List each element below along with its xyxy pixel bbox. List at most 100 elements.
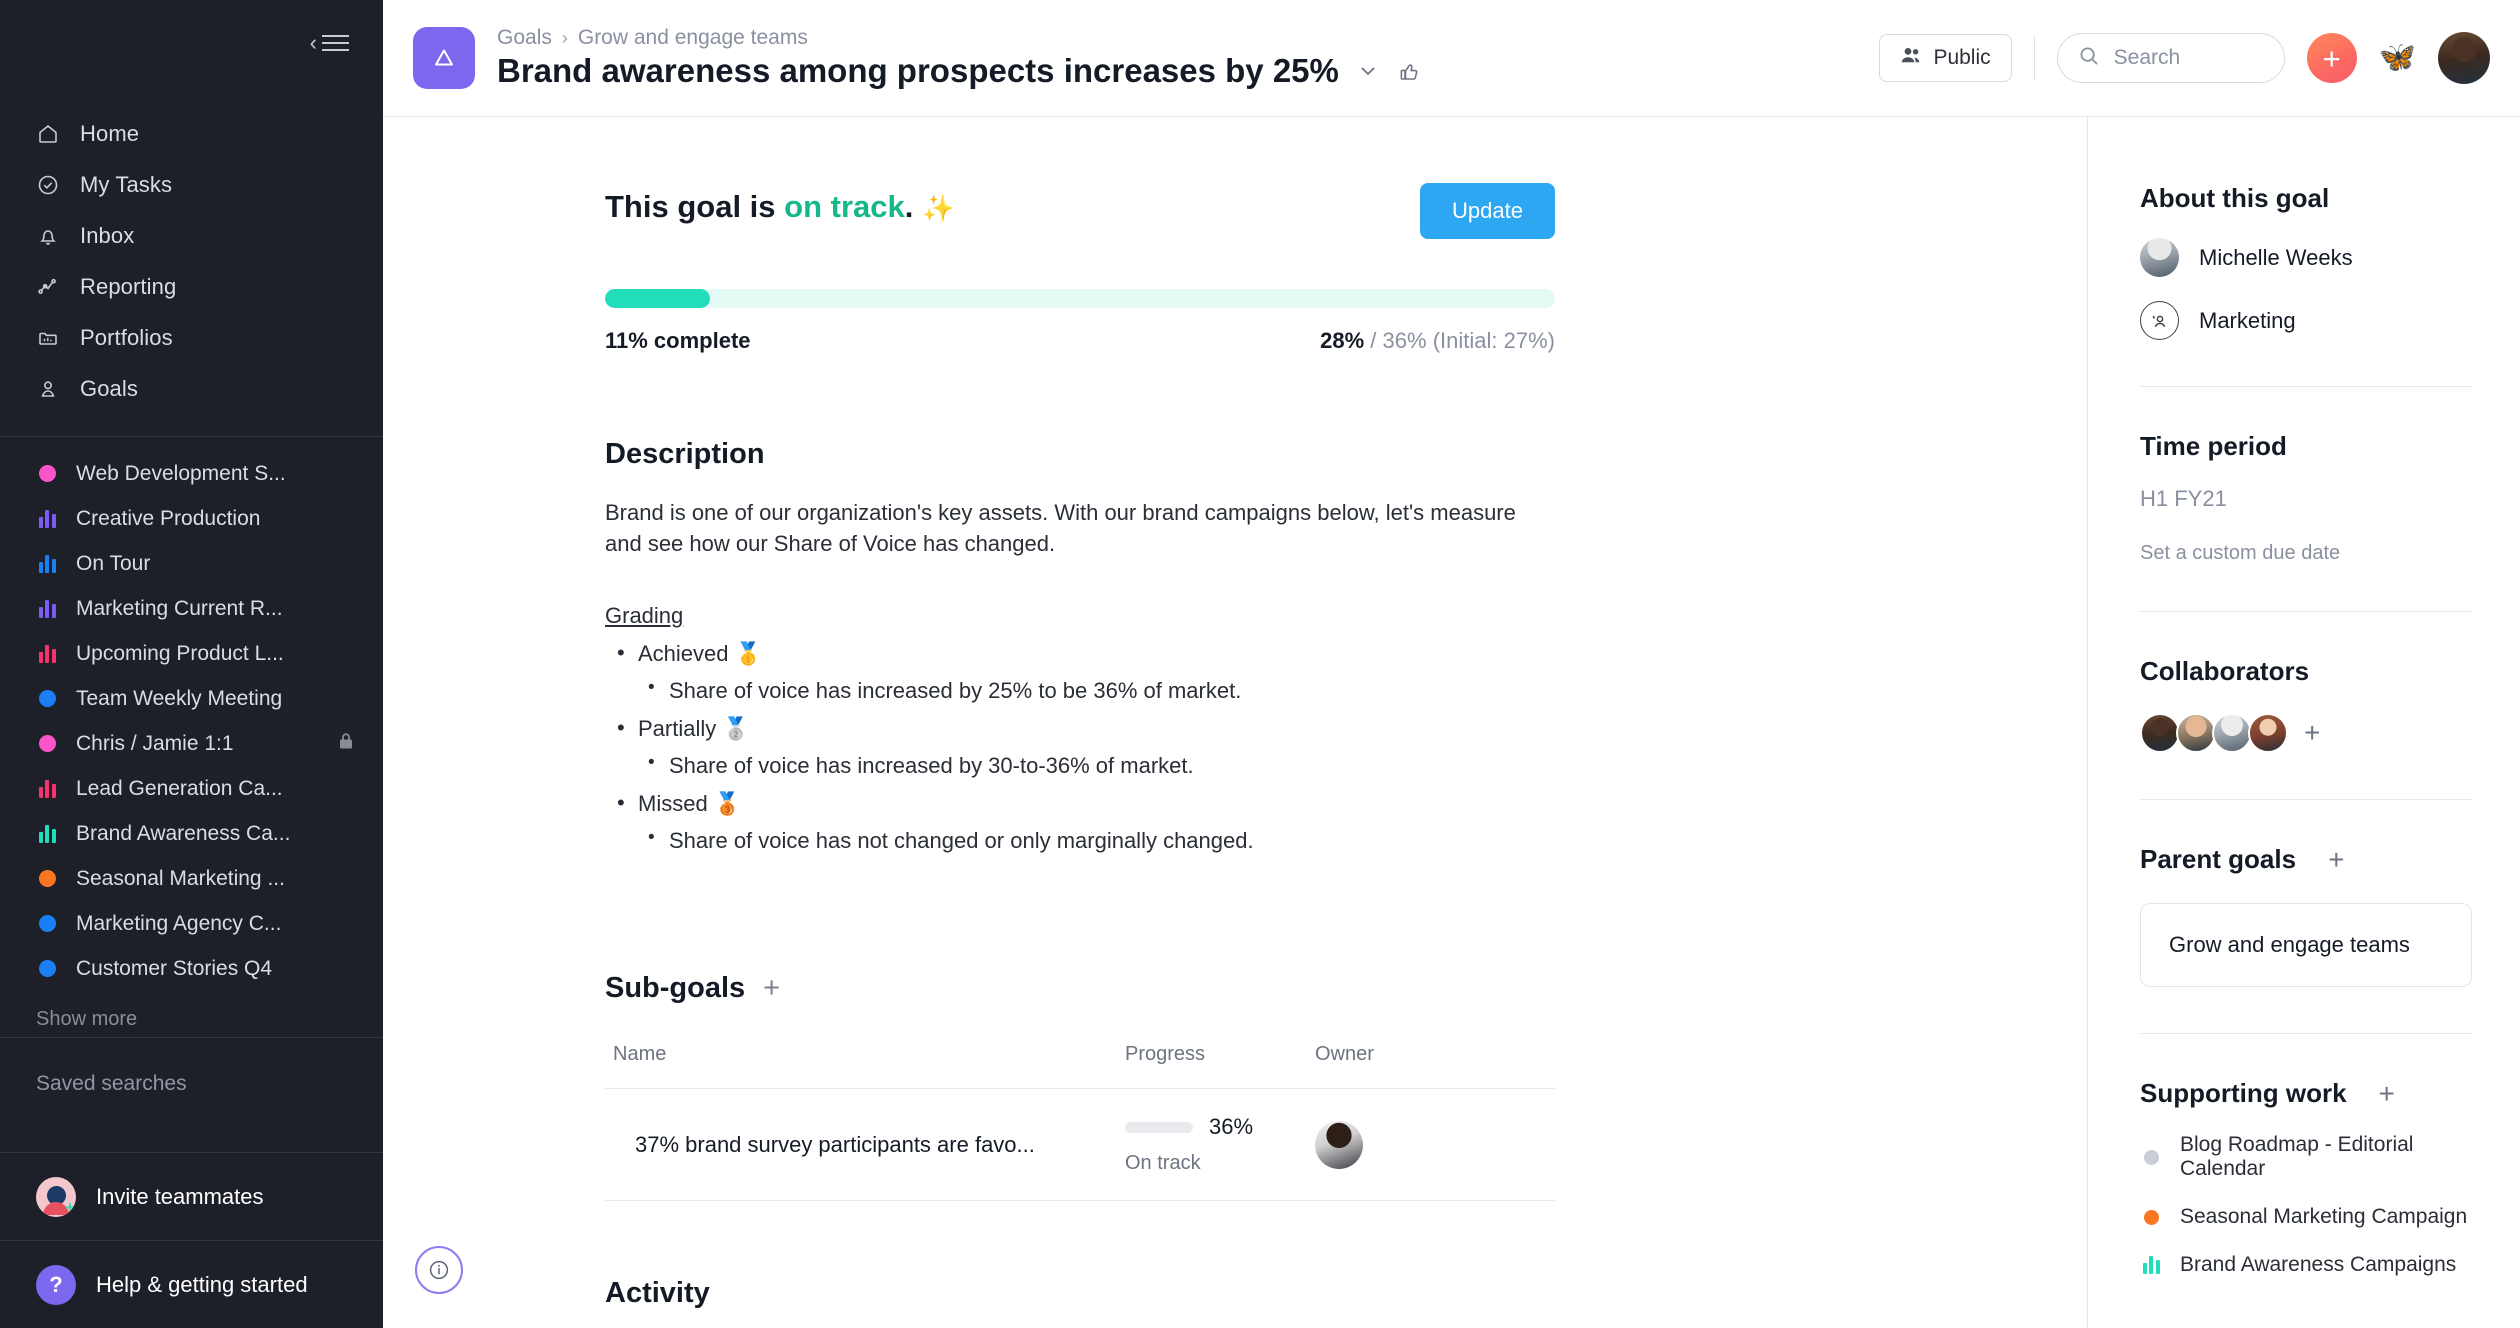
grading-label-text: Missed bbox=[638, 791, 708, 817]
public-button[interactable]: Public bbox=[1879, 34, 2012, 82]
project-bars-icon bbox=[2140, 1256, 2162, 1274]
sidebar-project-web-development[interactable]: Web Development S... bbox=[0, 451, 383, 496]
sidebar-nav: Home My Tasks Inbox Reporting Portfolios… bbox=[0, 86, 383, 426]
question-mark-icon: ? bbox=[36, 1264, 76, 1305]
table-row[interactable]: 37% brand survey participants are favo..… bbox=[605, 1089, 1555, 1202]
thumbs-up-icon[interactable] bbox=[1397, 59, 1421, 83]
sidebar-item-label: Inbox bbox=[80, 222, 135, 248]
bell-icon bbox=[34, 222, 62, 250]
search-box[interactable] bbox=[2056, 33, 2285, 83]
grading-detail: Share of voice has increased by 30-to-36… bbox=[638, 752, 1555, 779]
avatar[interactable] bbox=[2176, 713, 2216, 753]
goal-team-row[interactable]: Marketing bbox=[2140, 301, 2472, 340]
sidebar-item-my-tasks[interactable]: My Tasks bbox=[0, 159, 383, 210]
project-dot-icon bbox=[36, 913, 58, 935]
sidebar-item-inbox[interactable]: Inbox bbox=[0, 210, 383, 261]
supporting-work-header: Supporting work + bbox=[2140, 1078, 2472, 1109]
sidebar-project-upcoming-product[interactable]: Upcoming Product L... bbox=[0, 631, 383, 676]
invite-teammates-button[interactable]: + Invite teammates bbox=[0, 1152, 383, 1240]
set-due-date-link[interactable]: Set a custom due date bbox=[2140, 542, 2472, 565]
avatar[interactable] bbox=[2212, 713, 2252, 753]
quick-add-button[interactable]: + bbox=[2306, 33, 2357, 83]
sidebar-project-team-weekly-meeting[interactable]: Team Weekly Meeting bbox=[0, 676, 383, 721]
project-label: Creative Production bbox=[76, 506, 261, 530]
info-button[interactable] bbox=[415, 1246, 463, 1294]
panel-divider bbox=[2140, 1033, 2472, 1034]
plus-icon: + bbox=[2322, 40, 2341, 76]
team-icon bbox=[2140, 301, 2179, 340]
gold-medal-icon: 🥇 bbox=[734, 641, 763, 667]
invite-teammates-label: Invite teammates bbox=[96, 1183, 264, 1209]
grading-label-text: Achieved bbox=[638, 641, 729, 667]
sidebar-project-marketing-agency[interactable]: Marketing Agency C... bbox=[0, 901, 383, 946]
goal-info-panel: About this goal Michelle Weeks Marketing… bbox=[2087, 117, 2520, 1328]
sidebar-project-seasonal-marketing[interactable]: Seasonal Marketing ... bbox=[0, 856, 383, 901]
add-parent-goal-icon[interactable]: + bbox=[2328, 845, 2344, 874]
table-header: Name Progress Owner bbox=[605, 1043, 1555, 1090]
sidebar-project-brand-awareness[interactable]: Brand Awareness Ca... bbox=[0, 811, 383, 856]
description-body: Brand is one of our organization's key a… bbox=[605, 500, 1516, 557]
sidebar-project-on-tour[interactable]: On Tour bbox=[0, 541, 383, 586]
status-prefix: This goal is bbox=[605, 189, 785, 224]
subgoals-title: Sub-goals bbox=[605, 972, 746, 1005]
subgoal-owner bbox=[1315, 1120, 1555, 1169]
column-header-owner: Owner bbox=[1315, 1043, 1374, 1066]
goal-team-name: Marketing bbox=[2199, 307, 2296, 333]
project-label: Customer Stories Q4 bbox=[76, 956, 273, 980]
portfolio-icon bbox=[34, 324, 62, 352]
user-avatar[interactable] bbox=[2438, 32, 2490, 84]
page-title: Brand awareness among prospects increase… bbox=[497, 52, 1339, 89]
sidebar-project-lead-generation[interactable]: Lead Generation Ca... bbox=[0, 766, 383, 811]
panel-divider bbox=[2140, 386, 2472, 387]
avatar[interactable] bbox=[2248, 713, 2288, 753]
search-input[interactable] bbox=[2113, 46, 2264, 70]
chevron-down-icon[interactable] bbox=[1357, 60, 1379, 82]
add-subgoal-icon[interactable]: + bbox=[763, 974, 780, 1003]
sidebar-item-portfolios[interactable]: Portfolios bbox=[0, 312, 383, 363]
sidebar-project-chris-jamie[interactable]: Chris / Jamie 1:1 bbox=[0, 721, 383, 766]
add-collaborator-icon[interactable]: + bbox=[2304, 719, 2320, 747]
goal-owner-row[interactable]: Michelle Weeks bbox=[2140, 238, 2472, 277]
project-dot-icon bbox=[36, 868, 58, 890]
sidebar-project-creative-production[interactable]: Creative Production bbox=[0, 496, 383, 541]
project-label: Team Weekly Meeting bbox=[76, 686, 283, 710]
help-getting-started-button[interactable]: ? Help & getting started bbox=[0, 1240, 383, 1328]
sidebar-item-reporting[interactable]: Reporting bbox=[0, 261, 383, 312]
parent-goals-header: Parent goals + bbox=[2140, 844, 2472, 875]
progress-bar-track bbox=[605, 289, 1555, 308]
sparkle-icon: ✨ bbox=[922, 193, 955, 223]
breadcrumb-parent-goal[interactable]: Grow and engage teams bbox=[578, 26, 808, 50]
progress-target-value: 36% bbox=[1382, 328, 1427, 353]
parent-goal-card[interactable]: Grow and engage teams bbox=[2140, 903, 2472, 987]
sidebar-item-home[interactable]: Home bbox=[0, 108, 383, 159]
project-dot-icon bbox=[2140, 1149, 2162, 1165]
breadcrumb-goals[interactable]: Goals bbox=[497, 26, 552, 50]
sidebar-item-goals[interactable]: Goals bbox=[0, 363, 383, 414]
collaborators-title: Collaborators bbox=[2140, 656, 2310, 686]
subgoals-table: Name Progress Owner 37% brand survey par… bbox=[605, 1043, 1555, 1202]
supporting-work-brand-awareness[interactable]: Brand Awareness Campaigns bbox=[2140, 1253, 2472, 1277]
update-button[interactable]: Update bbox=[1420, 183, 1555, 239]
time-period-value[interactable]: H1 FY21 bbox=[2140, 486, 2472, 512]
bird-mascot-icon[interactable]: 🦋 bbox=[2379, 43, 2416, 73]
description-section: Description Brand is one of our organiza… bbox=[605, 438, 1555, 854]
goal-detail-column: This goal is on track. ✨ Update 11% comp… bbox=[383, 117, 2087, 1328]
subgoal-progress-track bbox=[1125, 1121, 1193, 1133]
show-more-button[interactable]: Show more bbox=[0, 991, 383, 1037]
project-label: Marketing Current R... bbox=[76, 596, 283, 620]
avatar[interactable] bbox=[1315, 1120, 1363, 1169]
subgoal-status: On track bbox=[1125, 1152, 1201, 1175]
supporting-work-blog-roadmap[interactable]: Blog Roadmap - Editorial Calendar bbox=[2140, 1133, 2472, 1181]
collapse-sidebar-button[interactable]: ‹ bbox=[310, 32, 349, 54]
sidebar-project-marketing-current[interactable]: Marketing Current R... bbox=[0, 586, 383, 631]
grading-label: Grading bbox=[605, 603, 684, 629]
add-supporting-work-icon[interactable]: + bbox=[2379, 1079, 2395, 1108]
progress-complete-label: 11% complete bbox=[605, 328, 751, 353]
hamburger-icon bbox=[322, 35, 349, 51]
sidebar-top: ‹ bbox=[0, 0, 383, 86]
line-chart-icon bbox=[34, 273, 62, 301]
supporting-work-seasonal-marketing[interactable]: Seasonal Marketing Campaign bbox=[2140, 1205, 2472, 1229]
sidebar-bottom: + Invite teammates ? Help & getting star… bbox=[0, 1152, 383, 1328]
sidebar-project-customer-stories[interactable]: Customer Stories Q4 bbox=[0, 946, 383, 991]
avatar[interactable] bbox=[2140, 713, 2180, 753]
